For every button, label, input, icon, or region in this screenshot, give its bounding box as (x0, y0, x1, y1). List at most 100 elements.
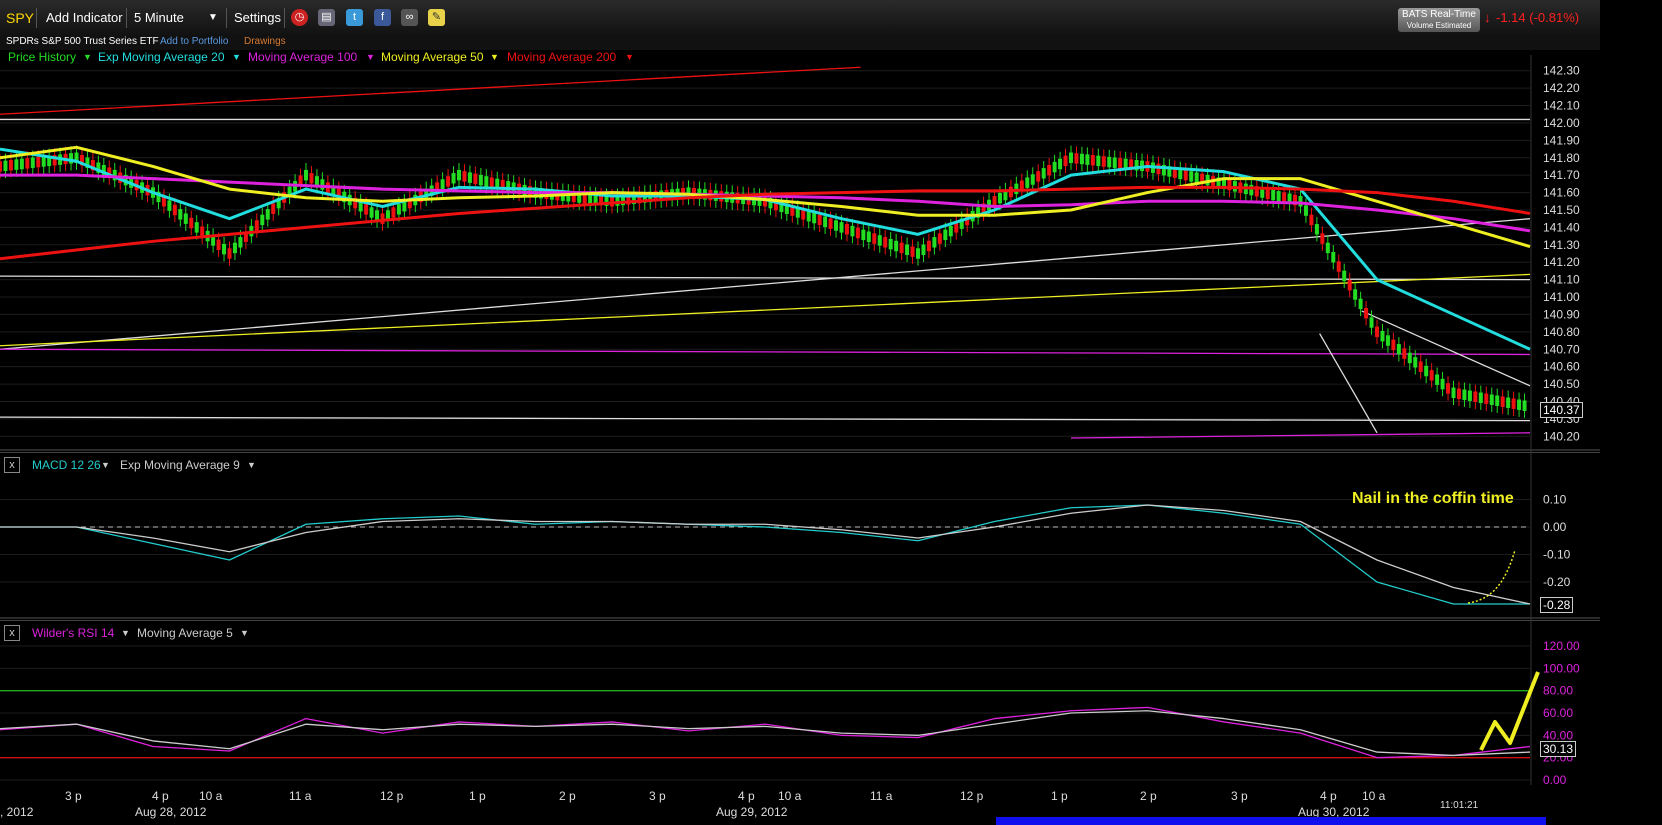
candle-body (1309, 214, 1314, 226)
candle-body (293, 181, 298, 192)
candle-body (937, 233, 942, 244)
candle-body (396, 204, 401, 215)
candle-body (560, 190, 565, 201)
candle-body (1413, 357, 1418, 368)
x-tick-label: 4 p (738, 789, 755, 803)
toolbar: SPY Add Indicator 5 Minute ▼ Settings ◷ … (0, 0, 1600, 37)
interval-select[interactable]: 5 Minute (134, 10, 184, 25)
add-indicator-button[interactable]: Add Indicator (46, 10, 123, 25)
chevron-down-icon[interactable]: ▼ (625, 52, 634, 62)
twitter-icon[interactable]: t (346, 9, 363, 26)
legend-ma200[interactable]: Moving Average 200 (507, 50, 616, 64)
macd-signal-title[interactable]: Exp Moving Average 9 (120, 458, 240, 472)
candle-body (1353, 289, 1358, 300)
divider (126, 8, 127, 28)
close-icon[interactable]: x (4, 625, 20, 641)
trendline (0, 416, 1531, 422)
candle-body (1287, 193, 1292, 205)
chevron-down-icon[interactable]: ▼ (83, 52, 92, 62)
add-to-portfolio-link[interactable]: Add to Portfolio (160, 36, 228, 47)
settings-button[interactable]: Settings (234, 10, 281, 25)
chevron-down-icon[interactable]: ▼ (101, 460, 110, 470)
candle-body (528, 186, 533, 197)
candle-body (353, 197, 358, 209)
candle-body (1336, 261, 1341, 272)
candle-body (1222, 178, 1226, 190)
chevron-down-icon[interactable]: ▼ (240, 628, 249, 638)
candle-body (1456, 388, 1461, 399)
legend-ema20[interactable]: Exp Moving Average 20 (98, 50, 225, 64)
candle-body (96, 162, 101, 173)
candle-body (424, 188, 429, 200)
macd-header: x MACD 12 26 ▼ Exp Moving Average 9 ▼ (0, 452, 1600, 475)
note-icon[interactable]: ✎ (428, 9, 445, 26)
chevron-down-icon[interactable]: ▼ (208, 12, 218, 23)
legend-price-history[interactable]: Price History (8, 50, 76, 64)
candle-body (446, 176, 451, 187)
candle-body (1227, 179, 1232, 191)
subheader: SPDRs S&P 500 Trust Series ETF Add to Po… (0, 36, 1600, 50)
candle-body (1282, 192, 1287, 203)
candle-body (183, 213, 188, 224)
symbol-label[interactable]: SPY (6, 10, 34, 26)
candle-body (1140, 160, 1145, 172)
candle-body (992, 196, 997, 207)
alarm-clock-icon[interactable]: ◷ (291, 9, 308, 26)
x-tick-label: 12 p (380, 789, 404, 803)
chart-canvas[interactable]: 142.30142.20142.10142.00141.90141.80141.… (0, 0, 1662, 785)
candle-body (959, 218, 964, 229)
projection-line (1479, 671, 1540, 751)
candle-body (1506, 397, 1511, 408)
chevron-down-icon[interactable]: ▼ (247, 460, 256, 470)
scroll-bar[interactable] (996, 817, 1546, 825)
candle-body (976, 207, 981, 218)
compare-icon[interactable]: ▤ (318, 9, 335, 26)
candle-body (538, 187, 543, 199)
facebook-icon[interactable]: f (374, 9, 391, 26)
candle-body (888, 238, 893, 250)
candle-body (238, 237, 243, 248)
candle-body (1189, 171, 1194, 182)
chevron-down-icon[interactable]: ▼ (366, 52, 375, 62)
candle-body (768, 197, 773, 209)
candle-body (342, 191, 347, 203)
y-tick-label: 141.00 (1543, 290, 1580, 304)
candle-body (610, 196, 614, 207)
candle-body (478, 174, 483, 186)
candle-body (473, 173, 478, 185)
chevron-down-icon[interactable]: ▼ (232, 52, 241, 62)
candle-body (429, 185, 434, 196)
rsi-title[interactable]: Wilder's RSI 14 (32, 626, 114, 640)
x-tick-label: 3 p (65, 789, 82, 803)
series-line (0, 504, 1531, 605)
candle-body (637, 192, 642, 204)
projection-line (1467, 549, 1516, 604)
candle-body (189, 217, 194, 229)
legend-ma50[interactable]: Moving Average 50 (381, 50, 484, 64)
candle-body (1369, 317, 1374, 328)
candle-body (1473, 391, 1478, 402)
trendline (1070, 432, 1531, 439)
close-icon[interactable]: x (4, 457, 20, 473)
macd-title[interactable]: MACD 12 26 (32, 458, 101, 472)
candle-body (948, 225, 953, 237)
candle-body (112, 169, 117, 181)
candle-body (336, 188, 341, 200)
candle-body (1090, 155, 1095, 166)
candle-body (79, 155, 84, 166)
candle-body (861, 229, 866, 241)
binoculars-icon[interactable]: ∞ (401, 9, 418, 26)
chevron-down-icon[interactable]: ▼ (121, 628, 130, 638)
candle-body (517, 183, 522, 195)
candle-body (965, 214, 970, 226)
chevron-down-icon[interactable]: ▼ (490, 52, 499, 62)
candle-body (1150, 162, 1155, 173)
candle-body (1101, 156, 1106, 167)
rsi-signal-title[interactable]: Moving Average 5 (137, 626, 233, 640)
candle-body (1238, 182, 1243, 193)
drawings-link[interactable]: Drawings (244, 36, 286, 47)
x-date-label: Aug 29, 2012 (716, 805, 788, 819)
legend-ma100[interactable]: Moving Average 100 (248, 50, 357, 64)
candle-body (730, 192, 735, 203)
x-tick-label: 11 a (289, 789, 312, 803)
